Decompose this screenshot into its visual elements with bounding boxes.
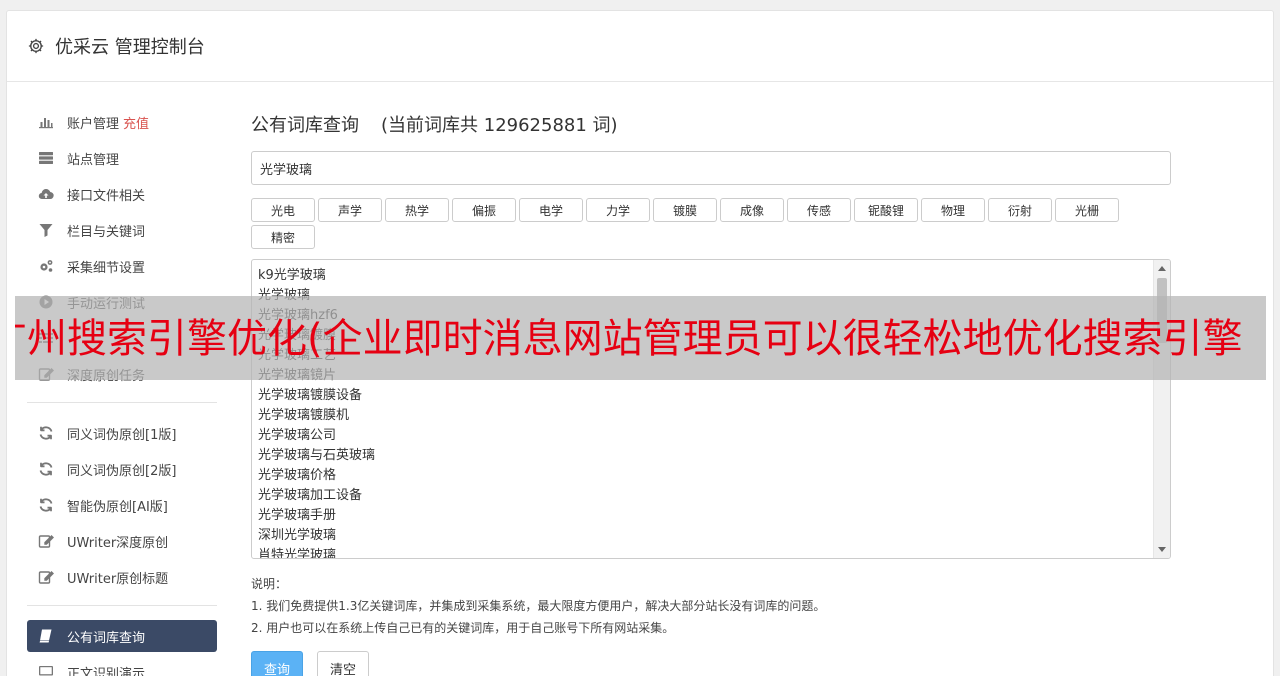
list-item[interactable]: 光学玻璃加工设备	[258, 486, 1170, 506]
monitor-icon	[37, 663, 55, 676]
sidebar-item[interactable]: 正文识别演示	[27, 656, 217, 676]
list-item[interactable]: 光学玻璃公司	[258, 426, 1170, 446]
tag-button[interactable]: 电学	[519, 198, 583, 222]
clear-button[interactable]: 清空	[317, 651, 370, 676]
tag-button[interactable]: 光电	[251, 198, 315, 222]
list-item[interactable]: 光学玻璃手册	[258, 506, 1170, 526]
scroll-up-icon[interactable]	[1158, 266, 1166, 271]
overlay-text: 广州搜索引擎优化(企业即时消息网站管理员可以很轻松地优化搜索引擎	[15, 316, 1243, 362]
list-item[interactable]: 肖特光学玻璃	[258, 546, 1170, 558]
list-item[interactable]: 光学玻璃价格	[258, 466, 1170, 486]
tag-button[interactable]: 偏振	[452, 198, 516, 222]
sidebar-item[interactable]: 同义词伪原创[1版]	[27, 417, 217, 449]
sidebar-divider	[27, 402, 217, 403]
refresh-icon	[37, 424, 55, 442]
sidebar-item-label: 智能伪原创[AI版]	[67, 499, 168, 515]
note-line: 1. 我们免费提供1.3亿关键词库，并集成到采集系统，最大限度方便用户，解决大部…	[251, 599, 826, 613]
sidebar-item-label: 站点管理	[67, 152, 120, 168]
tag-button[interactable]: 铌酸锂	[854, 198, 918, 222]
tag-button[interactable]: 衍射	[988, 198, 1052, 222]
sidebar-item-label: 栏目与关键词	[67, 224, 146, 240]
bar-chart-icon	[37, 113, 55, 131]
page-title: 公有词库查询 (当前词库共 129625881 词)	[251, 111, 1171, 137]
sidebar-item-label: 账户管理	[67, 116, 120, 132]
word-count: (当前词库共 129625881 词)	[381, 115, 618, 136]
sidebar-item[interactable]: 栏目与关键词	[27, 214, 217, 246]
filter-icon	[37, 221, 55, 239]
gear-icon	[28, 38, 44, 54]
tag-button[interactable]: 精密	[251, 225, 315, 249]
recharge-link[interactable]: 充值	[123, 113, 149, 132]
tag-button[interactable]: 热学	[385, 198, 449, 222]
query-button[interactable]: 查询	[251, 651, 304, 676]
sidebar-item[interactable]: 接口文件相关	[27, 178, 217, 210]
tag-button[interactable]: 镀膜	[653, 198, 717, 222]
tag-button[interactable]: 力学	[586, 198, 650, 222]
edit-icon	[37, 568, 55, 586]
scroll-down-icon[interactable]	[1158, 547, 1166, 552]
tag-list: 光电 声学 热学 偏振 电学 力学 镀膜 成像 传感 铌酸锂 物理 衍射 光栅精密	[251, 198, 1171, 249]
list-item[interactable]: 光学玻璃镀膜机	[258, 406, 1170, 426]
sidebar-item[interactable]: 采集细节设置	[27, 250, 217, 282]
sidebar-item-label: 采集细节设置	[67, 260, 146, 276]
sidebar-item[interactable]: UWriter原创标题	[27, 561, 217, 593]
sidebar-item[interactable]: UWriter深度原创	[27, 525, 217, 557]
sidebar-item[interactable]: 站点管理	[27, 142, 217, 174]
page-title-text: 公有词库查询	[251, 115, 359, 136]
sidebar-divider	[27, 605, 217, 606]
cloud-upload-icon	[37, 185, 55, 203]
action-buttons: 查询 清空	[251, 651, 1171, 676]
sidebar: 账户管理充值站点管理接口文件相关栏目与关键词采集细节设置手动运行测试深度原创任务…	[27, 106, 217, 676]
app-title: 优采云 管理控制台	[55, 37, 205, 58]
sidebar-item-label: UWriter原创标题	[67, 571, 169, 587]
keyword-search-input[interactable]	[251, 151, 1171, 185]
tag-button[interactable]: 成像	[720, 198, 784, 222]
sidebar-item-label: 正文识别演示	[67, 666, 146, 676]
note-line: 2. 用户也可以在系统上传自己已有的关键词库，用于自己账号下所有网站采集。	[251, 621, 675, 635]
sidebar-item-label: UWriter深度原创	[67, 535, 169, 551]
edit-icon	[37, 532, 55, 550]
notes: 说明： 1. 我们免费提供1.3亿关键词库，并集成到采集系统，最大限度方便用户，…	[251, 573, 1171, 639]
sidebar-item[interactable]: 账户管理 充值	[27, 106, 217, 138]
sidebar-item-label: 公有词库查询	[67, 630, 146, 646]
tag-button[interactable]: 光栅	[1055, 198, 1119, 222]
sidebar-item[interactable]: 同义词伪原创[2版]	[27, 453, 217, 485]
sidebar-item-label: 接口文件相关	[67, 188, 146, 204]
list-item[interactable]: 深圳光学玻璃	[258, 526, 1170, 546]
sidebar-item[interactable]: 公有词库查询	[27, 620, 217, 652]
tag-button[interactable]: 传感	[787, 198, 851, 222]
book-icon	[37, 627, 55, 645]
server-icon	[37, 149, 55, 167]
sidebar-item-label: 同义词伪原创[1版]	[67, 427, 177, 443]
tag-button[interactable]: 声学	[318, 198, 382, 222]
list-item[interactable]: 光学玻璃与石英玻璃	[258, 446, 1170, 466]
header-bar: 优采云 管理控制台	[7, 11, 1273, 82]
list-item[interactable]: k9光学玻璃	[258, 266, 1170, 286]
main-panel: 公有词库查询 (当前词库共 129625881 词) 光电声学热学偏振电学力学镀膜…	[251, 111, 1171, 676]
sidebar-item-label: 同义词伪原创[2版]	[67, 463, 177, 479]
refresh-icon	[37, 496, 55, 514]
sidebar-item[interactable]: 智能伪原创[AI版]	[27, 489, 217, 521]
tag-button[interactable]: 物理	[921, 198, 985, 222]
gears-icon	[37, 257, 55, 275]
list-item[interactable]: 光学玻璃镀膜设备	[258, 386, 1170, 406]
notes-title: 说明：	[251, 577, 288, 591]
overlay-banner: 广州搜索引擎优化(企业即时消息网站管理员可以很轻松地优化搜索引擎	[15, 296, 1266, 380]
refresh-icon	[37, 460, 55, 478]
